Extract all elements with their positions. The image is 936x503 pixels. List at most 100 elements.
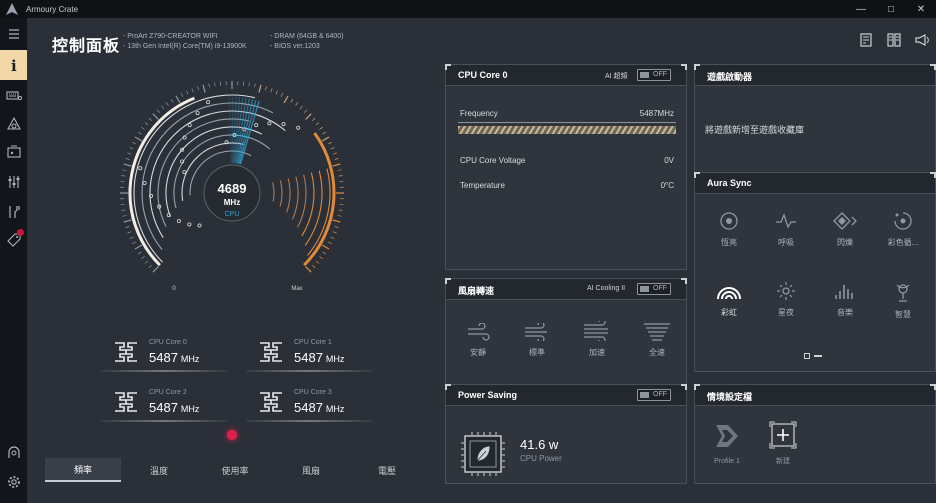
add-game-link[interactable]: 將遊戲新增至遊戲收藏庫 (705, 123, 804, 136)
gauge-unit: MHz (224, 198, 240, 207)
fan-mode-full[interactable]: 全速 (639, 321, 675, 358)
new-profile-button[interactable]: 新建 (763, 421, 803, 466)
fan-mode-silent[interactable]: 安靜 (460, 323, 496, 358)
sliders-icon (8, 176, 19, 188)
gauge-tick (165, 102, 169, 106)
rainbow-icon (717, 287, 741, 300)
panel-corner (445, 64, 451, 70)
gauge-tick (125, 158, 130, 160)
tab-fan[interactable]: 風扇 (273, 458, 349, 482)
core-tile-0: CPU Core 0 5487 MHz (101, 336, 227, 372)
gauge-tick (322, 251, 327, 255)
app-title: Armoury Crate (26, 4, 79, 14)
minimize-button[interactable]: — (846, 0, 876, 18)
aura-effect-smart[interactable]: 智慧 (883, 281, 923, 320)
aura-effect-music[interactable]: 音樂 (825, 281, 865, 318)
fan-mode-turbo[interactable]: 加速 (579, 321, 615, 358)
maximize-button[interactable]: □ (876, 0, 906, 18)
gauge-tick (125, 226, 130, 228)
panel-header: Power Saving OFF (446, 385, 686, 406)
layout-icon[interactable] (886, 32, 902, 48)
frequency-value: 5487MHz (639, 109, 674, 118)
gauge-node (281, 122, 286, 127)
gauge-node (197, 223, 202, 228)
aura-effect-label: 星夜 (778, 308, 794, 317)
tab-temperature[interactable]: 溫度 (121, 458, 197, 482)
core-value-unit: MHz (325, 354, 345, 364)
sidebar-item-user[interactable] (0, 438, 27, 466)
core-value-number: 5487 (294, 350, 323, 365)
gauge-tick (337, 169, 342, 171)
gear-icon (7, 476, 20, 488)
tab-frequency[interactable]: 頻率 (45, 458, 121, 482)
frequency-rule (458, 122, 676, 123)
panel-corner (930, 172, 936, 178)
cpu-chip-icon (260, 342, 282, 362)
gauge-tick (328, 141, 332, 145)
menu-button[interactable] (0, 20, 27, 48)
sidebar-item-gamevisual[interactable] (0, 138, 27, 166)
panel-corner (445, 278, 451, 284)
wind-turbo-icon (584, 321, 608, 341)
fan-mode-label: 安靜 (470, 348, 486, 357)
report-icon[interactable] (858, 32, 874, 48)
close-button[interactable]: ✕ (906, 0, 936, 18)
svg-text:i: i (11, 57, 17, 73)
sidebar-item-settings[interactable] (0, 468, 27, 496)
panel-title: 風扇轉速 (458, 286, 495, 296)
aura-effect-static[interactable]: 恆亮 (709, 211, 749, 248)
tab-voltage[interactable]: 電壓 (349, 458, 425, 482)
gauge-tick (170, 98, 174, 103)
aura-pager[interactable] (804, 353, 822, 359)
sidebar-item-home[interactable]: i (0, 50, 27, 80)
panel-corner (681, 64, 687, 70)
gauge-tick (122, 169, 127, 171)
sysinfo-left: ProArt Z790-CREATOR WIFI 13th Gen Intel(… (123, 32, 246, 52)
power-saving-toggle[interactable]: OFF (637, 389, 671, 401)
aura-effect-starry-night[interactable]: 星夜 (766, 281, 806, 318)
gauge-tick (197, 86, 199, 91)
gauge-tick (254, 83, 256, 88)
tile-underline (101, 370, 227, 372)
gauge-tick (315, 122, 320, 126)
gauge-tick (319, 256, 323, 260)
window-controls: — □ ✕ (846, 0, 936, 18)
gauge-tick (328, 241, 332, 245)
gauge-tick (208, 83, 210, 88)
sidebar-item-aura[interactable] (0, 110, 27, 138)
announcement-icon[interactable] (914, 32, 930, 48)
sidebar-item-tools[interactable] (0, 198, 27, 226)
sidebar-item-deals[interactable] (0, 226, 27, 254)
ai-cooling-label: AI Cooling II (587, 285, 626, 292)
ai-overclock-toggle[interactable]: OFF (637, 69, 671, 81)
aura-effect-color-cycle[interactable]: 彩色循... (881, 211, 925, 248)
sidebar-item-devices[interactable] (0, 82, 27, 110)
core-label: CPU Core 1 (294, 339, 332, 346)
aura-effect-breathing[interactable]: 呼吸 (766, 211, 806, 248)
gauge-node (296, 125, 301, 130)
aura-effect-rainbow[interactable]: 彩虹 (709, 283, 749, 318)
gauge-node (182, 170, 187, 175)
aura-effect-label: 彩虹 (721, 308, 737, 317)
aura-effect-label: 音樂 (837, 308, 853, 317)
tile-underline (101, 420, 227, 422)
metric-tabs: 頻率 溫度 使用率 風扇 電壓 (45, 458, 425, 482)
cpu-core-panel: CPU Core 0 AI 超頻 OFF Frequency 5487MHz C… (445, 64, 687, 270)
gauge-tick (121, 209, 126, 211)
gauge-node (187, 222, 192, 227)
tab-usage[interactable]: 使用率 (197, 458, 273, 482)
aura-effect-strobing[interactable]: 閃爍 (825, 211, 865, 248)
user-icon (7, 446, 20, 458)
panel-corner (681, 278, 687, 284)
aura-effect-label: 呼吸 (778, 238, 794, 247)
page-indicator-dot[interactable] (227, 430, 237, 440)
power-saving-panel: Power Saving OFF 41.6 w CPU Power (445, 384, 687, 484)
ai-cooling-toggle[interactable]: OFF (637, 283, 671, 295)
profile-1[interactable]: Profile 1 (707, 421, 747, 465)
gauge-label: CPU (225, 211, 240, 218)
gauge-tick (122, 215, 127, 217)
panel-corner (445, 384, 451, 390)
fan-mode-standard[interactable]: 標準 (519, 323, 555, 358)
sidebar-item-tuning[interactable] (0, 168, 27, 196)
gauge-tick (121, 175, 126, 177)
